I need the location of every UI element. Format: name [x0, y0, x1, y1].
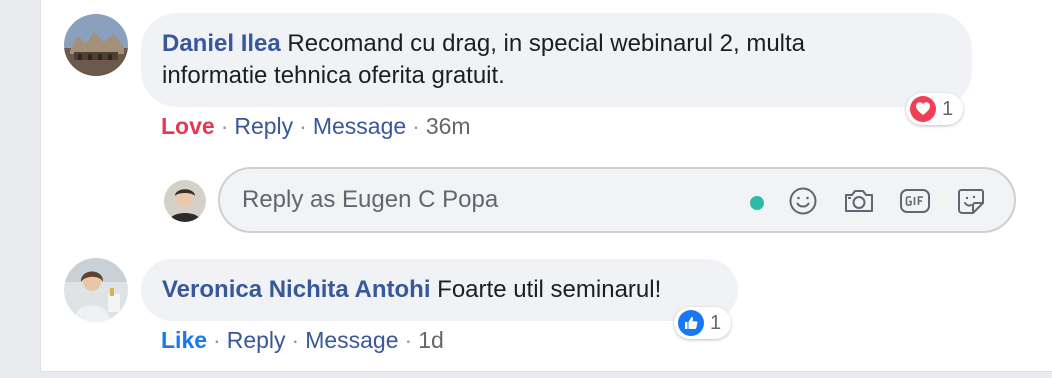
online-status-dot	[750, 196, 764, 210]
comment-text: Foarte util seminarul!	[437, 276, 662, 303]
separator-dot: ·	[404, 327, 413, 353]
sticker-icon[interactable]	[954, 184, 988, 218]
reaction-count: 1	[710, 311, 722, 334]
separator-dot: ·	[412, 113, 420, 139]
gif-icon[interactable]	[898, 184, 932, 218]
comment-actions: Love · Reply · Message · 36m	[161, 113, 471, 140]
separator-dot: ·	[220, 113, 229, 139]
separator-dot: ·	[213, 327, 221, 353]
heart-icon	[910, 96, 936, 122]
avatar-photo-icon	[64, 14, 128, 76]
comment-author[interactable]: Veronica Nichita Antohi	[162, 276, 431, 303]
separator-dot: ·	[291, 327, 300, 353]
comment-text-continued: informatie tehnica oferita gratuit.	[162, 62, 505, 89]
separator-dot: ·	[299, 113, 307, 139]
comment-line: Daniel Ilea Recomand cu drag, in special…	[162, 28, 952, 60]
comment-timestamp[interactable]: 1d	[418, 327, 444, 353]
love-reaction-link[interactable]: Love	[161, 113, 215, 139]
comment-text: Recomand cu drag, in special webinarul 2…	[287, 30, 806, 57]
camera-icon[interactable]	[842, 184, 876, 218]
message-link[interactable]: Message	[313, 113, 406, 139]
reply-composer	[218, 167, 1016, 233]
avatar-daniel-ilea[interactable]	[64, 14, 128, 76]
avatar-current-user	[164, 180, 206, 222]
reaction-summary[interactable]: 1	[674, 307, 732, 339]
message-link[interactable]: Message	[305, 327, 398, 353]
avatar-photo-icon	[64, 258, 128, 322]
comment-bubble: Daniel Ilea Recomand cu drag, in special…	[141, 13, 972, 107]
comment-timestamp[interactable]: 36m	[426, 113, 471, 139]
emoji-icon[interactable]	[786, 184, 820, 218]
reply-input[interactable]	[242, 183, 742, 217]
avatar-photo-icon	[164, 180, 206, 222]
comment-author[interactable]: Daniel Ilea	[162, 30, 281, 57]
thumbs-up-icon	[678, 310, 704, 336]
avatar-veronica-nichita-antohi[interactable]	[64, 258, 128, 322]
like-reaction-link[interactable]: Like	[161, 327, 207, 353]
reply-link[interactable]: Reply	[234, 113, 293, 139]
reaction-summary[interactable]: 1	[906, 93, 964, 125]
comment-actions: Like · Reply · Message · 1d	[161, 327, 444, 354]
comment-bubble: Veronica Nichita Antohi Foarte util semi…	[141, 259, 738, 321]
reaction-count: 1	[942, 97, 954, 120]
reply-link[interactable]: Reply	[227, 327, 286, 353]
